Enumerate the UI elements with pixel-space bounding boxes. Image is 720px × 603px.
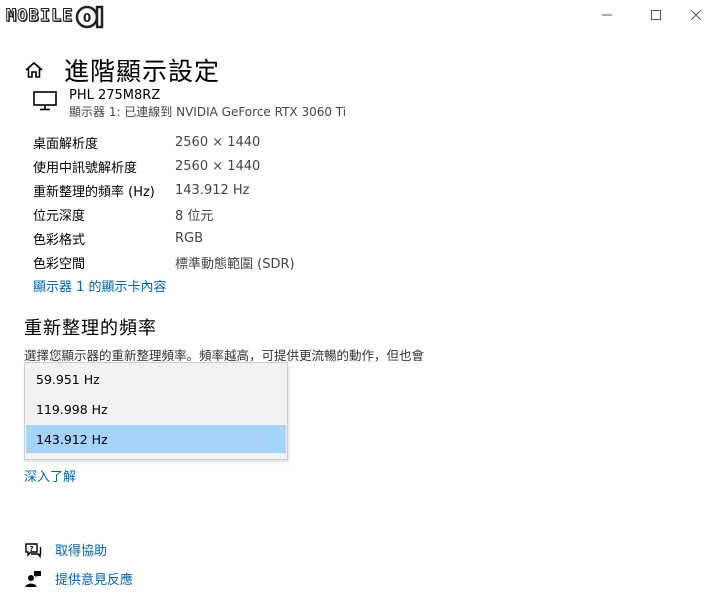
refresh-option-143hz[interactable]: 143.912 Hz [26, 425, 286, 453]
info-label: 重新整理的頻率 (Hz) [33, 184, 155, 200]
feedback-link[interactable]: 提供意見反應 [24, 569, 133, 588]
info-row-color-format: 色彩格式 RGB [33, 226, 295, 250]
close-button[interactable] [673, 0, 719, 30]
svg-text:?: ? [29, 545, 33, 553]
learn-more-link[interactable]: 深入了解 [24, 466, 76, 485]
page-title: 進階顯示設定 [64, 57, 221, 86]
info-row-active-signal-resolution: 使用中訊號解析度 2560 × 1440 [33, 154, 295, 178]
info-row-color-space: 色彩空間 標準動態範圍 (SDR) [33, 250, 295, 274]
monitor-icon [33, 91, 57, 111]
info-value: 143.912 Hz [175, 182, 250, 198]
help-chat-icon: ? [25, 542, 42, 558]
logo-text: MOBILE [5, 6, 74, 27]
info-value: 2560 × 1440 [175, 158, 261, 174]
minimize-button[interactable] [584, 0, 630, 30]
close-icon [691, 10, 701, 20]
refresh-option-59hz[interactable]: 59.951 Hz [26, 365, 286, 393]
svg-text:0: 0 [83, 11, 91, 25]
info-value: 標準動態範圍 (SDR) [175, 256, 295, 272]
title-bar: MOBILE 0 [0, 0, 720, 32]
monitor-name: PHL 275M8RZ [69, 88, 161, 103]
home-icon[interactable] [24, 60, 44, 80]
minimize-icon [602, 14, 612, 16]
mobile01-logo: MOBILE 0 [5, 3, 105, 29]
info-label: 色彩格式 [33, 232, 86, 248]
info-label: 色彩空間 [33, 256, 86, 272]
monitor-connection: 顯示器 1: 已連線到 NVIDIA GeForce RTX 3060 Ti [69, 105, 347, 119]
monitor-block: PHL 275M8RZ 顯示器 1: 已連線到 NVIDIA GeForce R… [33, 88, 346, 120]
info-value: RGB [175, 230, 204, 246]
feedback-person-icon [25, 570, 41, 587]
refresh-option-119hz[interactable]: 119.998 Hz [26, 395, 286, 423]
info-row-bit-depth: 位元深度 8 位元 [33, 202, 295, 226]
info-label: 使用中訊號解析度 [33, 160, 138, 176]
page-header: 進階顯示設定 [24, 52, 220, 88]
display-info-list: 桌面解析度 2560 × 1440 使用中訊號解析度 2560 × 1440 重… [33, 130, 295, 274]
info-value: 2560 × 1440 [175, 134, 261, 150]
maximize-icon [651, 10, 661, 20]
info-value: 8 位元 [175, 208, 214, 224]
feedback-label: 提供意見反應 [55, 573, 134, 588]
get-help-link[interactable]: ? 取得協助 [24, 540, 107, 559]
logo-badge-icon: 0 [76, 5, 104, 29]
refresh-rate-dropdown[interactable]: 59.951 Hz 119.998 Hz 143.912 Hz [24, 362, 288, 460]
info-row-desktop-resolution: 桌面解析度 2560 × 1440 [33, 130, 295, 154]
info-row-refresh-rate: 重新整理的頻率 (Hz) 143.912 Hz [33, 178, 295, 202]
info-label: 位元深度 [33, 208, 86, 224]
refresh-rate-heading: 重新整理的頻率 [24, 318, 157, 339]
info-label: 桌面解析度 [33, 136, 99, 152]
adapter-properties-link[interactable]: 顯示器 1 的顯示卡內容 [33, 276, 167, 295]
get-help-label: 取得協助 [55, 544, 108, 559]
